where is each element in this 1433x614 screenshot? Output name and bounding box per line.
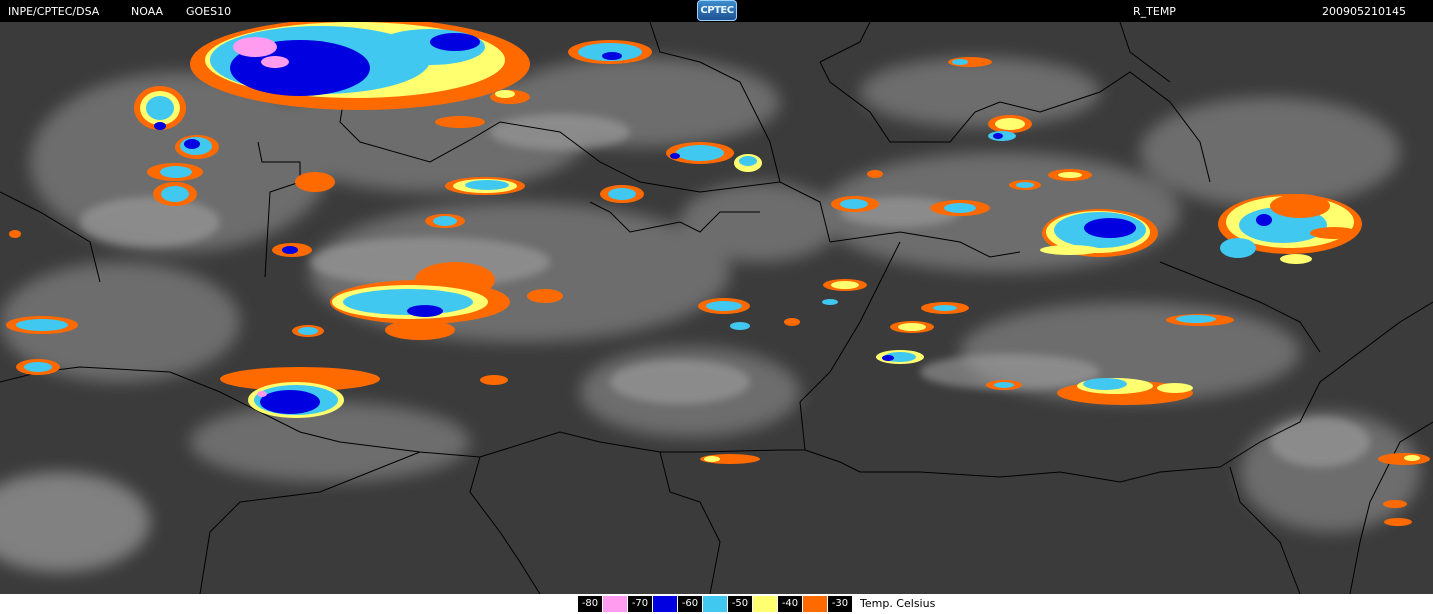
legend-unit-label: Temp. Celsius (860, 597, 936, 610)
legend-label: -80 (578, 596, 602, 612)
legend-swatch (653, 596, 677, 612)
agency-label: NOAA (131, 5, 164, 18)
convective-system-northwest (190, 22, 530, 110)
legend-swatch (703, 596, 727, 612)
legend-label: -60 (678, 596, 702, 612)
temperature-legend: -80 -70 -60 -50 -40 -30 Temp. Celsius (0, 594, 1433, 614)
legend-swatch (603, 596, 627, 612)
satellite-label: GOES10 (186, 5, 232, 18)
product-label: R_TEMP (1133, 5, 1176, 18)
legend-label: -40 (778, 596, 802, 612)
legend-swatch (753, 596, 777, 612)
timestamp-label: 200905210145 (1322, 5, 1406, 18)
legend-label: -50 (728, 596, 752, 612)
legend-label: -70 (628, 596, 652, 612)
cptec-logo: CPTEC (697, 0, 737, 21)
legend-swatch (803, 596, 827, 612)
legend-label: -30 (828, 596, 852, 612)
infrared-satellite-map (0, 22, 1433, 594)
header-bar: INPE/CPTEC/DSA NOAA GOES10 CPTEC R_TEMP … (0, 0, 1433, 22)
source-label: INPE/CPTEC/DSA (8, 5, 100, 18)
satellite-image-page: INPE/CPTEC/DSA NOAA GOES10 CPTEC R_TEMP … (0, 0, 1433, 614)
